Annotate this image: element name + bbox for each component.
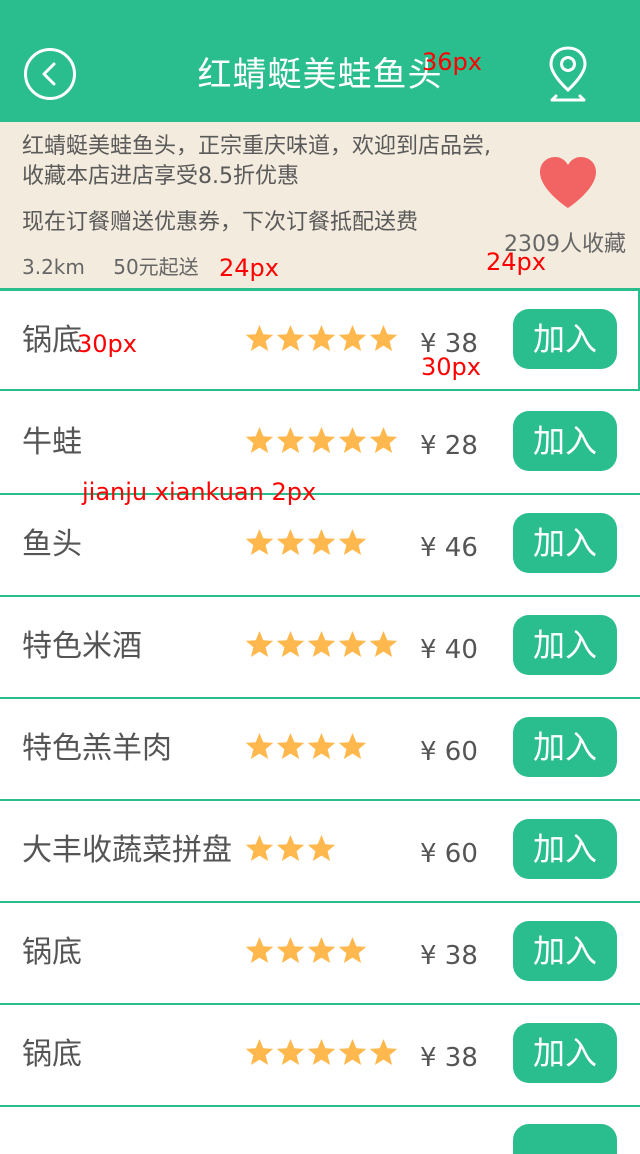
back-button[interactable] <box>24 48 76 100</box>
star-icon <box>338 733 367 759</box>
shop-description: 红蜻蜓美蛙鱼头，正宗重庆味道，欢迎到店品尝,收藏本店进店享受8.5折优惠 <box>22 134 491 189</box>
star-icon <box>307 733 336 759</box>
dish-price: ¥ 46 <box>420 533 478 563</box>
star-icon <box>307 1039 336 1065</box>
star-icon <box>245 1039 274 1065</box>
shop-promotion: 现在订餐赠送优惠券，下次订餐抵配送费 <box>22 210 419 235</box>
dish-name: 大丰收蔬菜拼盘 <box>22 833 232 868</box>
star-icon <box>369 1039 398 1065</box>
star-icon <box>338 937 367 963</box>
menu-item-row: 大丰收蔬菜拼盘 ¥ 60 加入 <box>0 801 640 903</box>
star-icon <box>245 937 274 963</box>
star-icon <box>276 427 305 453</box>
dish-price: ¥ 60 <box>420 839 478 869</box>
star-icon <box>307 937 336 963</box>
add-to-order-button[interactable]: 加入 <box>513 921 617 981</box>
dish-name: 特色米酒 <box>22 629 142 664</box>
star-icon <box>369 427 398 453</box>
star-icon <box>245 529 274 555</box>
menu-item-row: 特色羔羊肉 ¥ 60 加入 <box>0 699 640 801</box>
star-rating <box>244 1038 399 1066</box>
add-to-order-button[interactable]: 加入 <box>513 411 617 471</box>
star-icon <box>307 835 336 861</box>
star-rating <box>244 324 399 352</box>
star-icon <box>276 631 305 657</box>
shop-delivery-info: 3.2km 50元起送 <box>22 252 199 282</box>
dish-name: 锅底 <box>22 323 82 358</box>
menu-item-row: 锅底 ¥ 38 加入 <box>0 903 640 1005</box>
star-icon <box>276 529 305 555</box>
add-to-order-button[interactable]: 加入 <box>513 615 617 675</box>
menu-item-row: 特色米酒 ¥ 40 加入 <box>0 597 640 699</box>
star-rating <box>244 732 368 760</box>
star-icon <box>338 427 367 453</box>
star-icon <box>307 427 336 453</box>
star-icon <box>245 325 274 351</box>
heart-icon <box>540 157 596 208</box>
star-icon <box>245 631 274 657</box>
star-icon <box>276 733 305 759</box>
star-rating <box>244 426 399 454</box>
star-icon <box>307 529 336 555</box>
annotation-fav-size: 24px <box>486 248 546 276</box>
min-order-text: 50元起送 <box>113 255 199 279</box>
add-button-partial[interactable] <box>513 1124 617 1154</box>
star-icon <box>276 835 305 861</box>
star-rating <box>244 528 368 556</box>
star-icon <box>338 325 367 351</box>
distance-text: 3.2km <box>22 255 85 279</box>
star-icon <box>276 937 305 963</box>
star-icon <box>307 631 336 657</box>
star-rating <box>244 630 399 658</box>
star-icon <box>245 835 274 861</box>
annotation-info-size: 24px <box>219 254 279 282</box>
annotation-price-size: 30px <box>421 353 481 381</box>
annotation-dish-size: 30px <box>77 330 137 358</box>
dish-name: 鱼头 <box>22 527 82 562</box>
menu-item-row: 鱼头 ¥ 46 加入 <box>0 495 640 597</box>
star-icon <box>245 733 274 759</box>
dish-name: 锅底 <box>22 1037 82 1072</box>
location-button[interactable] <box>548 44 588 106</box>
dish-price: ¥ 28 <box>420 431 478 461</box>
dish-name: 牛蛙 <box>22 425 82 460</box>
header-bar: 红蜻蜓美蛙鱼头 <box>0 0 640 122</box>
add-to-order-button[interactable]: 加入 <box>513 819 617 879</box>
star-icon <box>369 325 398 351</box>
star-icon <box>338 529 367 555</box>
star-icon <box>338 631 367 657</box>
star-icon <box>369 631 398 657</box>
map-pin-icon <box>549 46 587 102</box>
star-icon <box>307 325 336 351</box>
star-icon <box>338 1039 367 1065</box>
dish-name: 特色羔羊肉 <box>22 731 172 766</box>
annotation-title-size: 36px <box>422 48 482 76</box>
dish-price: ¥ 40 <box>420 635 478 665</box>
add-to-order-button[interactable]: 加入 <box>513 1023 617 1083</box>
star-rating <box>244 834 337 862</box>
menu-item-row: 锅底 ¥ 38 加入 <box>0 1005 640 1107</box>
favorite-button[interactable] <box>538 156 598 210</box>
dish-name: 锅底 <box>22 935 82 970</box>
star-icon <box>276 1039 305 1065</box>
annotation-spacing: jianju xiankuan 2px <box>82 478 317 506</box>
star-icon <box>245 427 274 453</box>
dish-price: ¥ 38 <box>420 941 478 971</box>
star-rating <box>244 936 368 964</box>
add-to-order-button[interactable]: 加入 <box>513 309 617 369</box>
dish-price: ¥ 60 <box>420 737 478 767</box>
dish-price: ¥ 38 <box>420 1043 478 1073</box>
add-to-order-button[interactable]: 加入 <box>513 513 617 573</box>
add-to-order-button[interactable]: 加入 <box>513 717 617 777</box>
chevron-left-icon <box>42 62 56 86</box>
star-icon <box>276 325 305 351</box>
